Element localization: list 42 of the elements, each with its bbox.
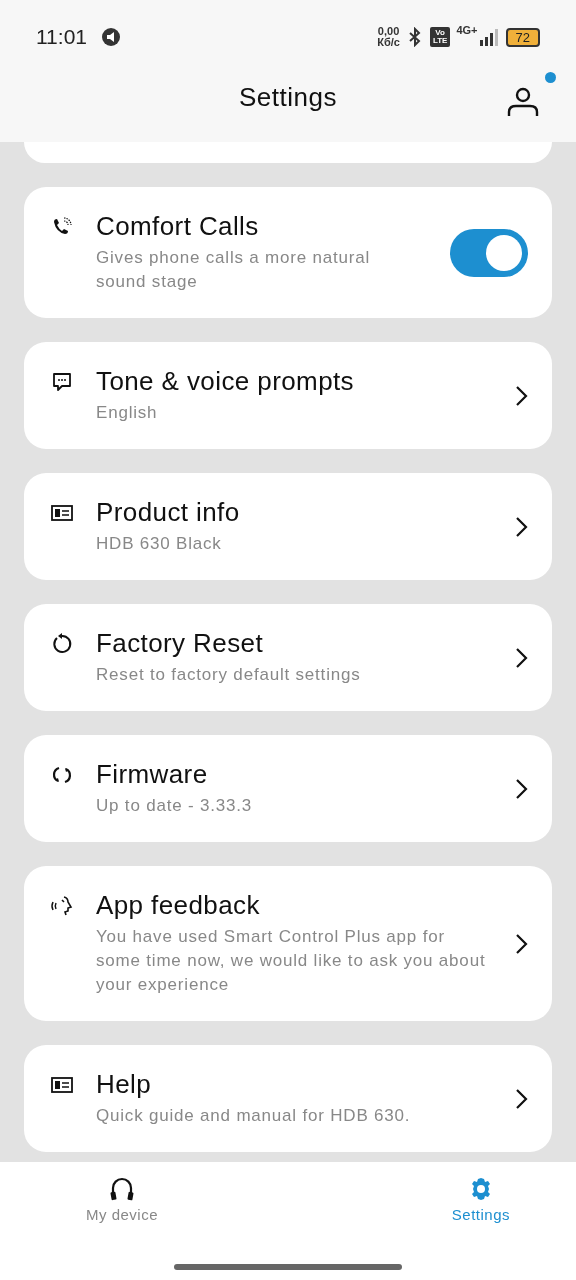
setting-description: You have used Smart Control Plus app for some time now, we would like to ask you about your experience	[96, 926, 487, 996]
settings-item[interactable]: App feedback You have used Smart Control Plus app for some time now, we would like to ask you about your experience	[24, 866, 552, 1021]
setting-title: Comfort Calls	[96, 211, 260, 242]
speaking-head-icon	[50, 894, 74, 918]
chevron-right-icon	[514, 1087, 528, 1110]
chevron-right-icon	[514, 932, 528, 955]
settings-item[interactable]: Factory Reset Reset to factory default settings	[24, 604, 552, 711]
toggle-switch[interactable]	[450, 228, 528, 277]
reset-icon	[50, 632, 74, 656]
setting-title: Tone & voice prompts	[96, 366, 355, 397]
settings-item[interactable]: Tone & voice prompts English	[24, 342, 552, 449]
network-speed: 0,00 Кб/с	[377, 26, 400, 48]
notification-icon	[101, 27, 121, 47]
signal-icon	[477, 28, 500, 46]
chat-bubble-icon	[50, 370, 74, 394]
headphones-icon	[108, 1176, 136, 1202]
setting-description: English	[96, 402, 159, 424]
volte-badge: Vo LTE	[429, 27, 451, 47]
setting-description: Quick guide and manual for HDB 630.	[96, 1105, 412, 1127]
nav-tab[interactable]: Settings	[445, 1172, 516, 1228]
battery-level: 72	[505, 27, 540, 47]
account-button[interactable]	[506, 72, 556, 118]
setting-description: Reset to factory default settings	[96, 664, 362, 686]
nav-tab[interactable]: My device	[80, 1172, 165, 1228]
chevron-right-icon	[514, 777, 528, 800]
setting-title: Firmware	[96, 759, 209, 790]
setting-title: Help	[96, 1069, 153, 1100]
network-type: 4G+	[456, 24, 478, 36]
setting-title: Product info	[96, 497, 241, 528]
setting-description: Gives phone calls a more natural sound stage	[96, 247, 372, 293]
settings-item[interactable]: Help Quick guide and manual for HDB 630.	[24, 1045, 552, 1152]
page-title: Settings	[239, 81, 337, 113]
chevron-right-icon	[514, 646, 528, 669]
chevron-right-icon	[514, 515, 528, 538]
setting-title: App feedback	[96, 890, 261, 921]
status-time: 11:01	[36, 25, 87, 49]
setting-title: Factory Reset	[96, 628, 265, 659]
chevron-right-icon	[514, 384, 528, 407]
settings-item[interactable]: Firmware Up to date - 3.33.3	[24, 735, 552, 842]
settings-item[interactable]: Product info HDB 630 Black	[24, 473, 552, 580]
setting-description: HDB 630 Black	[96, 533, 223, 555]
setting-description: Up to date - 3.33.3	[96, 795, 253, 817]
